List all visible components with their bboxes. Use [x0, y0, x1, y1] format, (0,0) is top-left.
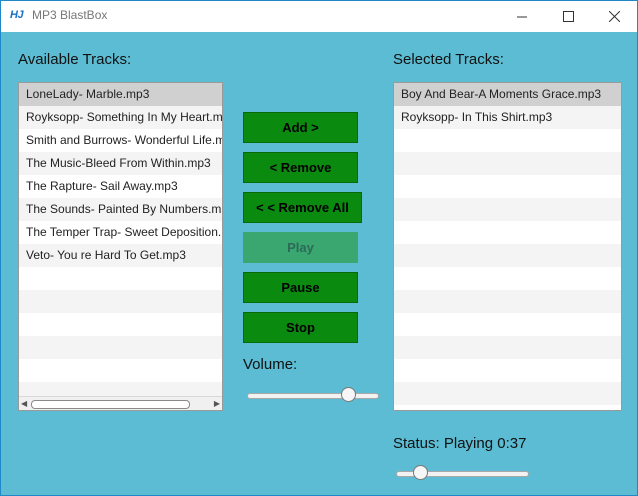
volume-slider-track: [247, 393, 379, 399]
empty-list-row: [394, 359, 621, 382]
empty-list-row: [19, 267, 222, 290]
available-tracks-label: Available Tracks:: [18, 51, 132, 68]
main-panel: Available Tracks: LoneLady- Marble.mp3 Ro…: [1, 32, 637, 495]
track-list-item[interactable]: LoneLady- Marble.mp3: [19, 83, 222, 106]
volume-slider-knob[interactable]: [341, 387, 356, 402]
empty-list-row: [394, 175, 621, 198]
scroll-left-icon[interactable]: ◀: [21, 399, 27, 408]
track-list-item[interactable]: Boy And Bear-A Moments Grace.mp3: [394, 83, 621, 106]
pause-button[interactable]: Pause: [243, 272, 358, 303]
minimize-button[interactable]: [499, 1, 545, 32]
title-bar[interactable]: HJ MP3 BlastBox: [1, 1, 637, 32]
empty-list-row: [394, 198, 621, 221]
remove-button[interactable]: < Remove: [243, 152, 358, 183]
playback-position-slider[interactable]: [396, 465, 529, 481]
track-list-item[interactable]: The Temper Trap- Sweet Deposition.mp3: [19, 221, 222, 244]
track-list-item[interactable]: The Rapture- Sail Away.mp3: [19, 175, 222, 198]
maximize-icon: [562, 11, 574, 22]
empty-list-row: [394, 221, 621, 244]
selected-tracks-label: Selected Tracks:: [393, 51, 504, 68]
empty-list-row: [394, 313, 621, 336]
scroll-right-icon[interactable]: ▶: [214, 399, 220, 408]
empty-list-row: [394, 152, 621, 175]
track-list-item[interactable]: The Music-Bleed From Within.mp3: [19, 152, 222, 175]
empty-list-row: [394, 129, 621, 152]
empty-list-row: [394, 267, 621, 290]
track-list-item[interactable]: Royksopp- In This Shirt.mp3: [394, 106, 621, 129]
empty-list-row: [19, 359, 222, 382]
close-button[interactable]: [591, 1, 637, 32]
app-window: HJ MP3 BlastBox Available Tracks: LoneLa…: [0, 0, 638, 496]
stop-button[interactable]: Stop: [243, 312, 358, 343]
empty-list-row: [19, 313, 222, 336]
volume-label: Volume:: [243, 356, 298, 373]
status-text: Status: Playing 0:37: [393, 435, 527, 452]
close-icon: [608, 11, 620, 22]
track-list-item[interactable]: Royksopp- Something In My Heart.mp3: [19, 106, 222, 129]
maximize-button[interactable]: [545, 1, 591, 32]
window-title: MP3 BlastBox: [32, 8, 108, 22]
minimize-icon: [517, 16, 527, 17]
play-button[interactable]: Play: [243, 232, 358, 263]
selected-tracks-list[interactable]: Boy And Bear-A Moments Grace.mp3 Royksopp…: [393, 82, 622, 411]
available-tracks-rows: LoneLady- Marble.mp3 Royksopp- Something …: [19, 83, 222, 405]
track-list-item[interactable]: Smith and Burrows- Wonderful Life.mp3: [19, 129, 222, 152]
remove-all-button[interactable]: < < Remove All: [243, 192, 362, 223]
empty-list-row: [394, 244, 621, 267]
playback-slider-knob[interactable]: [413, 465, 428, 480]
app-logo-icon: HJ: [10, 9, 24, 21]
track-list-item[interactable]: Veto- You re Hard To Get.mp3: [19, 244, 222, 267]
empty-list-row: [394, 290, 621, 313]
add-button[interactable]: Add >: [243, 112, 358, 143]
scrollbar-thumb[interactable]: [31, 400, 190, 409]
empty-list-row: [394, 382, 621, 405]
available-tracks-list[interactable]: LoneLady- Marble.mp3 Royksopp- Something …: [18, 82, 223, 411]
empty-list-row: [394, 336, 621, 359]
empty-list-row: [19, 290, 222, 313]
volume-slider[interactable]: [247, 387, 379, 403]
track-list-item[interactable]: The Sounds- Painted By Numbers.mp3: [19, 198, 222, 221]
selected-tracks-rows: Boy And Bear-A Moments Grace.mp3 Royksopp…: [394, 83, 621, 405]
empty-list-row: [19, 336, 222, 359]
horizontal-scrollbar[interactable]: ◀ ▶: [19, 396, 222, 410]
